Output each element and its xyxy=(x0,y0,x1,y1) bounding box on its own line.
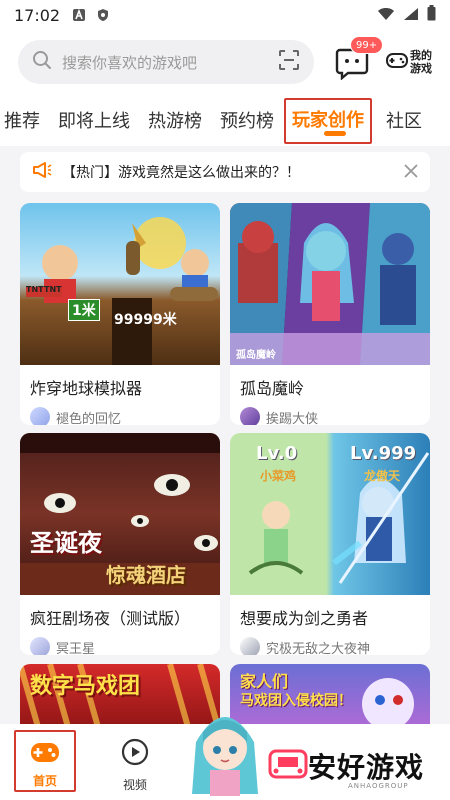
nav-home[interactable]: 首页 xyxy=(14,730,76,792)
depth-label-large: 99999米 xyxy=(114,312,177,328)
game-title: 疯狂剧场夜（测试版） xyxy=(30,609,191,628)
nav-home-label: 首页 xyxy=(32,774,57,788)
game-card[interactable]: 孤岛魔岭 孤岛魔岭 挨踢大侠 xyxy=(230,203,430,425)
home-gamepad-icon xyxy=(30,740,60,768)
category-tabs: 推荐 即将上线 热游榜 预约榜 玩家创作 社区 xyxy=(0,98,450,146)
game-card[interactable]: 1米 99999米 TNT TNT 炸穿地球模拟器 褪色的回忆 xyxy=(20,203,220,425)
nav-video-label: 视频 xyxy=(122,778,147,792)
thumbnail-title-line1: 圣诞夜 xyxy=(30,529,102,557)
header: 搜索你喜欢的游戏吧 99+ 我的游戏 xyxy=(0,30,450,98)
tab-player-creation-label: 玩家创作 xyxy=(292,110,364,131)
wifi-icon xyxy=(377,6,395,25)
search-placeholder[interactable]: 搜索你喜欢的游戏吧 xyxy=(62,52,278,73)
avatar xyxy=(240,407,260,425)
megaphone-icon xyxy=(32,161,52,183)
status-time: 17:02 xyxy=(14,5,61,25)
my-games-label: 我的游戏 xyxy=(410,49,432,75)
scan-icon[interactable] xyxy=(278,49,300,75)
avatar xyxy=(30,407,50,425)
tab-community[interactable]: 社区 xyxy=(386,98,422,146)
watermark-logo: 安好游戏 ANHAOGROUP xyxy=(268,746,425,790)
search-icon xyxy=(32,50,52,74)
author-info[interactable]: 褪色的回忆 xyxy=(30,407,210,425)
tnt-label: TNT xyxy=(44,285,62,294)
game-thumbnail: Lv.0 小菜鸡 Lv.999 龙傲天 xyxy=(230,433,430,595)
tab-reservation[interactable]: 预约榜 xyxy=(220,98,274,146)
author-name: 褪色的回忆 xyxy=(56,411,122,426)
close-icon[interactable] xyxy=(404,163,418,182)
author-name: 冥王星 xyxy=(56,641,96,656)
bottom-nav: 首页 视频 安好游戏 ANHAOGROUP xyxy=(0,717,450,800)
author-name: 挨踢大侠 xyxy=(266,411,319,426)
level-low-label: Lv.0 xyxy=(256,443,298,464)
game-card[interactable]: Lv.0 小菜鸡 Lv.999 龙傲天 想要成为剑之勇者 究极无敌之大夜神 xyxy=(230,433,430,655)
tab-recommend[interactable]: 推荐 xyxy=(4,98,40,146)
author-info[interactable]: 挨踢大侠 xyxy=(240,407,420,425)
search-bar[interactable]: 搜索你喜欢的游戏吧 xyxy=(18,40,314,84)
level-high-label: Lv.999 xyxy=(350,443,417,464)
game-thumbnail: 圣诞夜 惊魂酒店 xyxy=(20,433,220,595)
nav-video[interactable]: 视频 xyxy=(110,738,160,793)
depth-label-small: 1米 xyxy=(68,299,100,321)
watermark-text: 安好游戏 xyxy=(308,751,425,784)
tab-upcoming[interactable]: 即将上线 xyxy=(58,98,130,146)
message-count-badge: 99+ xyxy=(350,36,384,54)
game-thumbnail: 1米 99999米 TNT TNT xyxy=(20,203,220,365)
thumbnail-title: 数字马戏团 xyxy=(30,674,141,699)
thumbnail-title-line2: 惊魂酒店 xyxy=(106,563,186,587)
play-circle-icon xyxy=(121,738,149,770)
avatar xyxy=(240,637,260,655)
notice-text: 【热门】游戏竟然是这么做出来的？！ xyxy=(62,165,300,181)
tnt-label: TNT xyxy=(26,285,44,294)
handheld-console-icon xyxy=(268,747,308,785)
thumbnail-logo: 孤岛魔岭 xyxy=(236,350,276,361)
shield-notification-icon xyxy=(96,8,110,22)
game-title: 炸穿地球模拟器 xyxy=(30,379,143,398)
gamepad-icon xyxy=(386,49,408,75)
tab-hot[interactable]: 热游榜 xyxy=(148,98,202,146)
game-title: 孤岛魔岭 xyxy=(240,379,305,398)
battery-icon xyxy=(427,5,436,25)
level-high-title: 龙傲天 xyxy=(364,469,401,483)
avatar xyxy=(30,637,50,655)
tab-player-creation[interactable]: 玩家创作 xyxy=(284,98,372,144)
game-thumbnail: 孤岛魔岭 xyxy=(230,203,430,365)
level-low-title: 小菜鸡 xyxy=(260,469,297,483)
active-tab-indicator xyxy=(324,131,346,136)
thumbnail-title-line1: 家人们 xyxy=(240,672,289,691)
author-name: 究极无敌之大夜神 xyxy=(266,641,371,656)
my-games-button[interactable]: 我的游戏 xyxy=(386,44,438,80)
author-info[interactable]: 冥王星 xyxy=(30,637,210,655)
watermark-subtext: ANHAOGROUP xyxy=(348,782,409,790)
author-info[interactable]: 究极无敌之大夜神 xyxy=(240,637,420,655)
mascot-image[interactable] xyxy=(188,702,262,798)
hot-notice-bar[interactable]: 【热门】游戏竟然是这么做出来的？！ xyxy=(20,152,430,192)
game-card[interactable]: 圣诞夜 惊魂酒店 疯狂剧场夜（测试版） 冥王星 xyxy=(20,433,220,655)
notification-a-icon xyxy=(72,8,86,22)
signal-icon xyxy=(403,6,419,25)
status-bar: 17:02 xyxy=(0,0,450,30)
game-title: 想要成为剑之勇者 xyxy=(240,609,369,628)
